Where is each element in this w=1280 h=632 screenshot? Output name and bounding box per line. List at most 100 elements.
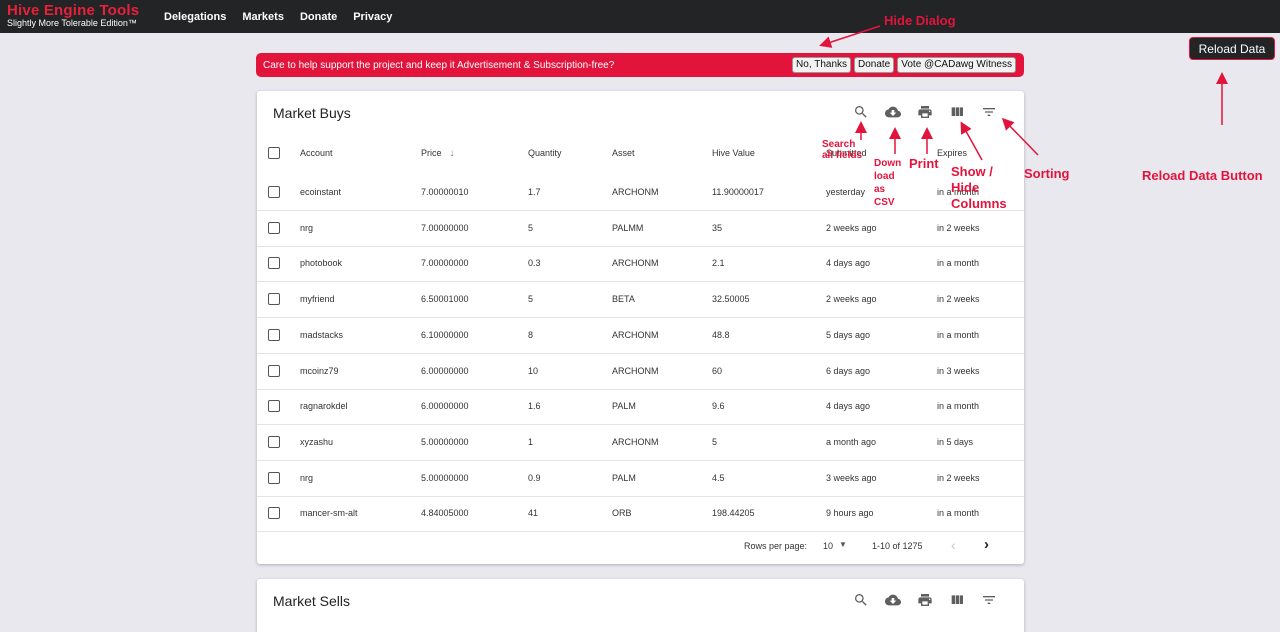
row-checkbox[interactable]: [268, 435, 280, 448]
filter-list-icon[interactable]: [981, 104, 997, 120]
cell-asset: PALM: [612, 472, 636, 483]
view-columns-icon[interactable]: [949, 104, 965, 120]
arrow-down-icon: ↓: [449, 148, 455, 159]
prev-page-icon[interactable]: ‹: [951, 537, 956, 553]
rows-per-page-label: Rows per page:: [744, 541, 808, 551]
cell-expires: in a month: [937, 329, 980, 340]
row-checkbox[interactable]: [268, 471, 280, 484]
row-checkbox[interactable]: [268, 328, 280, 341]
print-icon[interactable]: [917, 104, 933, 120]
cell-submitted: 4 days ago: [826, 258, 871, 269]
cell-hive-value: 5: [712, 436, 718, 447]
cell-hive-value: 198.44205: [712, 508, 755, 519]
select-all-checkbox[interactable]: [268, 147, 280, 159]
reload-data-button[interactable]: Reload Data: [1189, 37, 1275, 60]
cell-price: 6.00000000: [421, 401, 469, 412]
table-footer: Rows per page: 10 ▼ 1-10 of 1275 ‹ ›: [257, 528, 1024, 564]
cell-account: madstacks: [300, 329, 344, 340]
market-buys-title: Market Buys: [273, 105, 351, 121]
cell-submitted: a month ago: [826, 436, 877, 447]
table-row[interactable]: mancer-sm-alt 4.84005000 41 ORB 198.44205 9 h…: [257, 496, 1024, 533]
no-thanks-button[interactable]: No, Thanks: [792, 57, 851, 73]
cell-expires: in a month: [937, 258, 980, 269]
table-row[interactable]: myfriend 6.50001000 5 BETA 32.50005 2 weeks a…: [257, 282, 1024, 319]
cell-expires: in 2 weeks: [937, 294, 980, 305]
cell-asset: ARCHONM: [612, 365, 659, 376]
annotation-columns: Show / Hide Columns: [951, 164, 1007, 212]
cell-expires: in 2 weeks: [937, 472, 980, 483]
cell-submitted: 2 weeks ago: [826, 294, 877, 305]
table-row[interactable]: ecoinstant 7.00000010 1.7 ARCHONM 11.9000001…: [257, 175, 1024, 211]
banner-text: Care to help support the project and kee…: [263, 59, 615, 71]
cell-expires: in 2 weeks: [937, 222, 980, 233]
cell-quantity: 0.3: [528, 258, 541, 269]
nav-donate[interactable]: Donate: [300, 11, 337, 23]
cell-asset: PALMM: [612, 222, 644, 233]
cell-submitted: 6 days ago: [826, 365, 871, 376]
cell-price: 7.00000000: [421, 258, 469, 269]
view-columns-icon[interactable]: [949, 592, 965, 608]
nav-delegations[interactable]: Delegations: [164, 11, 226, 23]
cell-hive-value: 60: [712, 365, 723, 376]
row-checkbox[interactable]: [268, 186, 280, 198]
cell-expires: in 5 days: [937, 436, 974, 447]
table-row[interactable]: xyzashu 5.00000000 1 ARCHONM 5 a month ago in …: [257, 425, 1024, 461]
donate-button[interactable]: Donate: [854, 57, 895, 73]
search-icon[interactable]: [853, 592, 869, 608]
cell-asset: ARCHONM: [612, 329, 659, 340]
annotation-columns-line-2: Hide: [951, 180, 980, 195]
print-icon[interactable]: [917, 592, 933, 608]
cell-price: 7.00000010: [421, 187, 469, 197]
cell-quantity: 0.9: [528, 472, 541, 483]
rows-per-page-select[interactable]: 10: [823, 541, 833, 551]
annotation-download: Down load as CSV: [874, 157, 901, 209]
brand[interactable]: Hive Engine Tools Slightly More Tolerabl…: [7, 3, 139, 29]
cell-quantity: 41: [528, 508, 539, 519]
caret-down-icon[interactable]: ▼: [839, 540, 847, 549]
cell-asset: PALM: [612, 401, 636, 412]
col-expires[interactable]: Expires: [937, 148, 967, 158]
col-hive-value[interactable]: Hive Value: [712, 148, 755, 158]
table-row[interactable]: photobook 7.00000000 0.3 ARCHONM 2.1 4 days a…: [257, 246, 1024, 283]
cell-submitted: yesterday: [826, 187, 866, 197]
market-sells-title: Market Sells: [273, 593, 351, 609]
table-row[interactable]: nrg 7.00000000 5 PALMM 35 2 weeks ago in 2 wee…: [257, 211, 1024, 247]
cell-asset: ARCHONM: [612, 258, 659, 269]
row-checkbox[interactable]: [268, 257, 280, 270]
cell-quantity: 1.7: [528, 187, 541, 197]
row-checkbox[interactable]: [268, 507, 280, 520]
cell-account: ragnarokdel: [300, 401, 348, 412]
cell-submitted: 5 days ago: [826, 329, 871, 340]
nav-markets[interactable]: Markets: [242, 11, 284, 23]
vote-witness-button[interactable]: Vote @CADawg Witness: [897, 57, 1016, 73]
table-row[interactable]: ragnarokdel 6.00000000 1.6 PALM 9.6 4 days ag…: [257, 389, 1024, 426]
brand-title: Hive Engine Tools: [7, 2, 140, 19]
next-page-icon[interactable]: ›: [984, 536, 989, 553]
cell-hive-value: 35: [712, 222, 723, 233]
annotation-search-line-2: all fields: [822, 150, 863, 161]
col-quantity[interactable]: Quantity: [528, 148, 562, 158]
row-checkbox[interactable]: [268, 400, 280, 413]
support-banner: Care to help support the project and kee…: [256, 53, 1024, 77]
nav-privacy[interactable]: Privacy: [353, 11, 392, 23]
col-asset[interactable]: Asset: [612, 148, 635, 158]
cell-account: mcoinz79: [300, 365, 339, 376]
table-row[interactable]: nrg 5.00000000 0.9 PALM 4.5 3 weeks ago in 2 w…: [257, 461, 1024, 497]
cloud-download-icon[interactable]: [885, 104, 901, 120]
filter-list-icon[interactable]: [981, 592, 997, 608]
col-account[interactable]: Account: [300, 148, 333, 158]
cell-account: myfriend: [300, 294, 335, 305]
row-checkbox[interactable]: [268, 364, 280, 377]
search-icon[interactable]: [853, 104, 869, 120]
table-row[interactable]: madstacks 6.10000000 8 ARCHONM 48.8 5 days ag…: [257, 318, 1024, 354]
nav-links: Delegations Markets Donate Privacy: [164, 11, 408, 23]
cell-account: nrg: [300, 472, 314, 483]
cell-quantity: 5: [528, 222, 534, 233]
col-price[interactable]: Price ↓: [421, 148, 455, 159]
annotation-columns-line-3: Columns: [951, 196, 1007, 211]
table-row[interactable]: mcoinz79 6.00000000 10 ARCHONM 60 6 days ago i…: [257, 354, 1024, 390]
row-checkbox[interactable]: [268, 221, 280, 234]
cell-hive-value: 9.6: [712, 401, 725, 412]
row-checkbox[interactable]: [268, 293, 280, 306]
cloud-download-icon[interactable]: [885, 592, 901, 608]
